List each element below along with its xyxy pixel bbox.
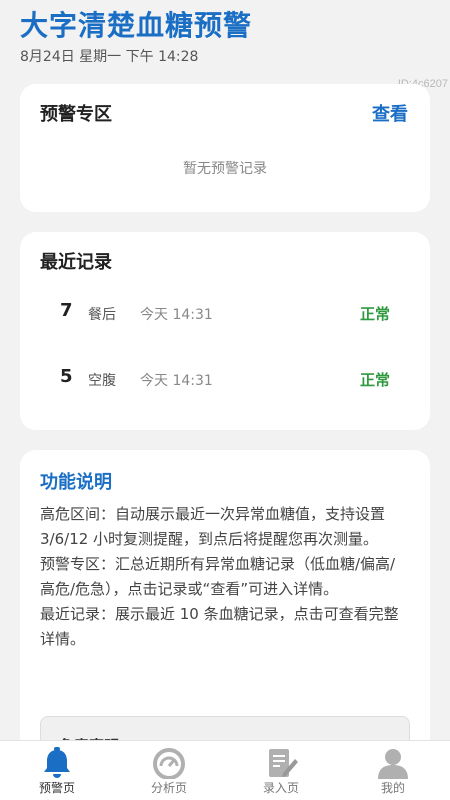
feature-description-body: 高危区间：自动展示最近一次异常血糖值，支持设置 3/6/12 小时复测提醒，到点… (40, 502, 410, 652)
feature-description-card: 功能说明 高危区间：自动展示最近一次异常血糖值，支持设置 3/6/12 小时复测… (20, 450, 430, 770)
alert-zone-title: 预警专区 (40, 104, 112, 125)
tab-label: 我的 (380, 781, 405, 795)
description-paragraph: 最近记录：展示最近 10 条血糖记录，点击可查看完整详情。 (40, 605, 399, 648)
feature-description-title: 功能说明 (40, 472, 112, 493)
tab-label: 录入页 (262, 781, 299, 795)
record-row[interactable]: 5 空腹 今天 14:31 正常 (20, 364, 430, 394)
app-title: 大字清楚血糖预警 (20, 9, 253, 42)
record-time: 今天 14:31 (140, 373, 213, 389)
user-icon (378, 749, 408, 779)
status-badge: 正常 (359, 305, 390, 323)
empty-alerts-text: 暂无预警记录 (183, 161, 267, 177)
tab-entry[interactable]: 录入页 (236, 741, 326, 800)
tab-label: 预警页 (38, 781, 75, 795)
view-alerts-button[interactable]: 查看 (372, 100, 408, 126)
record-time: 今天 14:31 (140, 307, 213, 323)
measure-type: 空腹 (88, 373, 116, 389)
recent-records-title: 最近记录 (40, 252, 112, 273)
glucose-value: 5 (60, 366, 73, 387)
bottom-tab-bar: 预警页 分析页 录入页 我的 (0, 740, 450, 800)
status-badge: 正常 (359, 371, 390, 389)
glucose-value: 7 (60, 300, 73, 321)
measure-type: 餐后 (88, 307, 116, 323)
tab-alert[interactable]: 预警页 (12, 741, 102, 800)
date-time: 8月24日 星期一 下午 14:28 (20, 49, 199, 65)
tab-label: 分析页 (150, 781, 187, 795)
tab-analysis[interactable]: 分析页 (124, 741, 214, 800)
gauge-icon (153, 748, 185, 779)
alert-zone-card: 预警专区 查看 暂无预警记录 (20, 84, 430, 212)
description-paragraph: 高危区间：自动展示最近一次异常血糖值，支持设置 3/6/12 小时复测提醒，到点… (40, 505, 386, 548)
header: 大字清楚血糖预警 8月24日 星期一 下午 14:28 (20, 8, 252, 66)
description-paragraph: 预警专区：汇总近期所有异常血糖记录（低血糖/偏高/高危/危急），点击记录或“查看… (40, 555, 396, 598)
record-row[interactable]: 7 餐后 今天 14:31 正常 (20, 298, 430, 328)
bell-icon (44, 747, 70, 778)
recent-records-card: 最近记录 7 餐后 今天 14:31 正常 5 空腹 今天 14:31 正常 (20, 232, 430, 430)
edit-document-icon (269, 749, 298, 777)
tab-profile[interactable]: 我的 (348, 741, 438, 800)
